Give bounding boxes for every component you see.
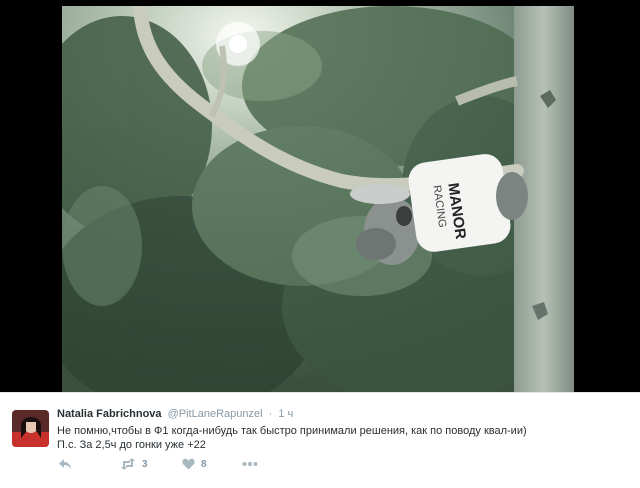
author-name[interactable]: Natalia Fabrichnova [57,408,162,420]
media-container: MANOR RACING [0,0,640,392]
tweet-text: Не помню,чтобы в Ф1 когда-нибудь так быс… [57,424,527,452]
koala-in-tree-photo: MANOR RACING [62,6,574,392]
more-icon [242,462,258,466]
reply-icon [59,459,71,469]
tweet-photo[interactable]: MANOR RACING [62,6,574,392]
like-count: 8 [201,458,207,470]
tweet-card: Natalia Fabrichnova @PitLaneRapunzel · 1… [0,392,640,488]
reply-button[interactable] [58,456,72,472]
avatar[interactable] [12,410,49,447]
tweet-header: Natalia Fabrichnova @PitLaneRapunzel · 1… [57,408,293,420]
tweet-text-line-1: Не помню,чтобы в Ф1 когда-нибудь так быс… [57,425,527,437]
tweet-text-line-2: П.с. За 2,5ч до гонки уже +22 [57,439,206,451]
author-handle[interactable]: @PitLaneRapunzel [168,408,263,420]
tweet-actions: 3 8 [57,456,297,472]
like-button[interactable]: 8 [182,456,207,472]
retweet-count: 3 [142,458,148,470]
retweet-button[interactable]: 3 [120,456,148,472]
tweet-timestamp[interactable]: 1 ч [278,408,293,420]
retweet-icon [121,458,135,470]
meta-separator: · [268,408,273,420]
more-button[interactable] [242,456,258,472]
heart-icon [182,458,195,470]
